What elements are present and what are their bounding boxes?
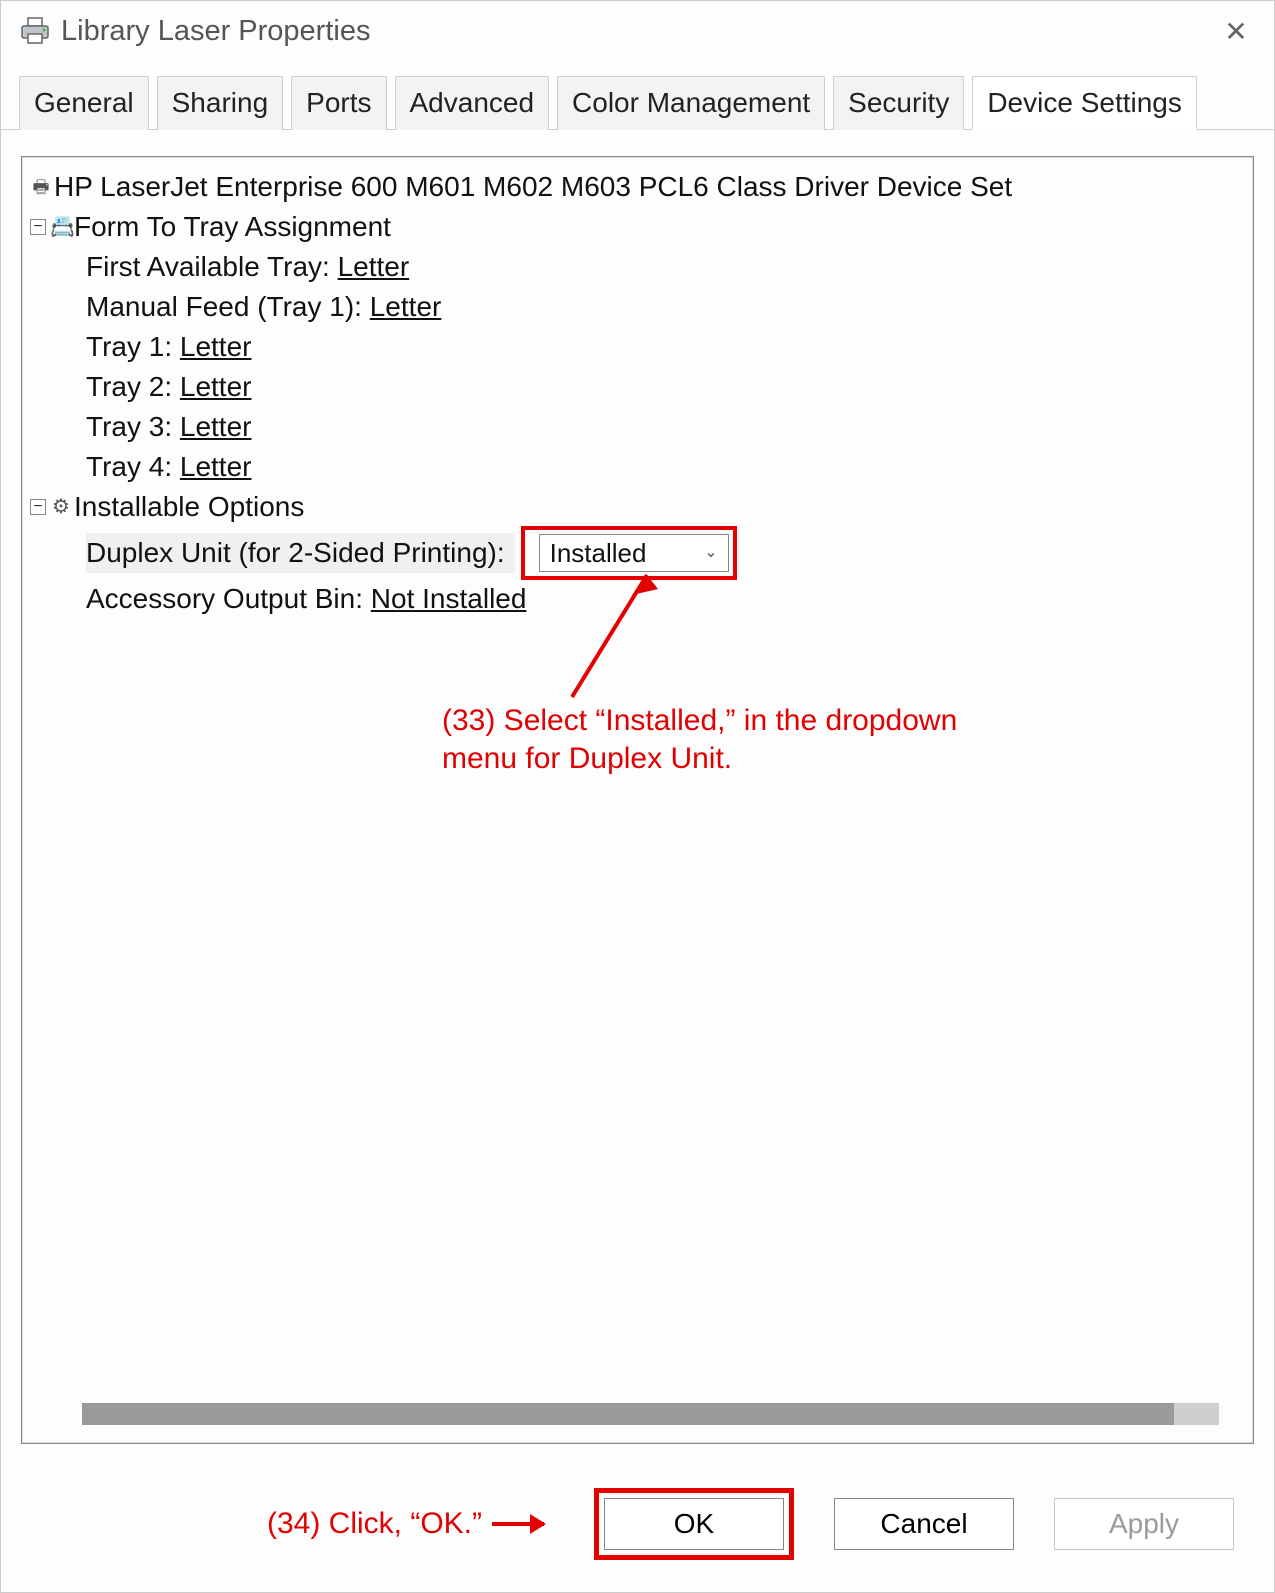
callout-highlight-ok: OK bbox=[594, 1488, 794, 1560]
tab-color-management[interactable]: Color Management bbox=[557, 76, 825, 130]
duplex-unit-dropdown[interactable]: Installed ⌄ bbox=[539, 534, 729, 572]
tree-group-label: Installable Options bbox=[74, 487, 304, 527]
scrollbar-thumb[interactable] bbox=[82, 1403, 1174, 1425]
setting-label: First Available Tray: bbox=[86, 247, 330, 287]
setting-label: Tray 2: bbox=[86, 367, 172, 407]
callout-highlight-dropdown: Installed ⌄ bbox=[521, 526, 737, 580]
tree-root-label: HP LaserJet Enterprise 600 M601 M602 M60… bbox=[54, 167, 1012, 207]
tree-group-installable-options[interactable]: − ⚙ Installable Options bbox=[30, 487, 1245, 527]
tab-ports[interactable]: Ports bbox=[291, 76, 386, 130]
tab-sharing[interactable]: Sharing bbox=[157, 76, 284, 130]
tree-item-tray3[interactable]: Tray 3: Letter bbox=[30, 407, 1245, 447]
apply-button: Apply bbox=[1054, 1498, 1234, 1550]
setting-label: Tray 1: bbox=[86, 327, 172, 367]
tree-item-manual-feed[interactable]: Manual Feed (Tray 1): Letter bbox=[30, 287, 1245, 327]
tree-item-first-tray[interactable]: First Available Tray: Letter bbox=[30, 247, 1245, 287]
tree-root-node[interactable]: 🖶 HP LaserJet Enterprise 600 M601 M602 M… bbox=[30, 167, 1245, 207]
device-settings-tree: 🖶 HP LaserJet Enterprise 600 M601 M602 M… bbox=[21, 156, 1254, 1444]
tree-item-tray1[interactable]: Tray 1: Letter bbox=[30, 327, 1245, 367]
horizontal-scrollbar[interactable] bbox=[82, 1403, 1219, 1425]
properties-window: Library Laser Properties ✕ General Shari… bbox=[0, 0, 1275, 1593]
close-icon[interactable]: ✕ bbox=[1216, 15, 1256, 48]
titlebar: Library Laser Properties ✕ bbox=[1, 1, 1274, 61]
setting-label: Duplex Unit (for 2-Sided Printing): bbox=[86, 537, 505, 568]
setting-label: Tray 3: bbox=[86, 407, 172, 447]
setting-value[interactable]: Letter bbox=[180, 447, 252, 487]
callout-text-34: (34) Click, “OK.” bbox=[267, 1507, 544, 1541]
printer-icon bbox=[19, 17, 51, 45]
setting-value[interactable]: Letter bbox=[180, 407, 252, 447]
collapse-icon[interactable]: − bbox=[30, 219, 46, 235]
setting-value[interactable]: Not Installed bbox=[371, 579, 527, 619]
dialog-footer: (34) Click, “OK.” OK Cancel Apply bbox=[1, 1464, 1274, 1592]
setting-label: Accessory Output Bin: bbox=[86, 579, 363, 619]
tab-bar: General Sharing Ports Advanced Color Man… bbox=[1, 61, 1274, 130]
tray-group-icon: 📇 bbox=[50, 207, 72, 247]
dropdown-value: Installed bbox=[550, 533, 647, 573]
tree-item-tray4[interactable]: Tray 4: Letter bbox=[30, 447, 1245, 487]
tab-general[interactable]: General bbox=[19, 76, 149, 130]
collapse-icon[interactable]: − bbox=[30, 499, 46, 515]
cancel-button[interactable]: Cancel bbox=[834, 1498, 1014, 1550]
printer-small-icon: 🖶 bbox=[30, 167, 52, 207]
options-group-icon: ⚙ bbox=[50, 487, 72, 527]
window-title: Library Laser Properties bbox=[61, 15, 1216, 48]
chevron-down-icon: ⌄ bbox=[704, 533, 717, 573]
tree-group-form-to-tray[interactable]: − 📇 Form To Tray Assignment bbox=[30, 207, 1245, 247]
content-pane: 🖶 HP LaserJet Enterprise 600 M601 M602 M… bbox=[1, 130, 1274, 1464]
callout-34-label: (34) Click, “OK.” bbox=[267, 1507, 482, 1541]
tree-item-duplex-unit[interactable]: Duplex Unit (for 2-Sided Printing): Inst… bbox=[30, 527, 1245, 579]
setting-label: Tray 4: bbox=[86, 447, 172, 487]
tree-item-accessory-bin[interactable]: Accessory Output Bin: Not Installed bbox=[30, 579, 1245, 619]
tree-item-tray2[interactable]: Tray 2: Letter bbox=[30, 367, 1245, 407]
callout-text-33: (33) Select “Installed,” in the dropdown… bbox=[442, 702, 962, 777]
setting-value[interactable]: Letter bbox=[338, 247, 410, 287]
setting-value[interactable]: Letter bbox=[180, 367, 252, 407]
tab-advanced[interactable]: Advanced bbox=[395, 76, 550, 130]
ok-button[interactable]: OK bbox=[604, 1498, 784, 1550]
arrow-right-icon bbox=[492, 1522, 544, 1526]
setting-label: Manual Feed (Tray 1): bbox=[86, 287, 362, 327]
tree-group-label: Form To Tray Assignment bbox=[74, 207, 391, 247]
setting-value[interactable]: Letter bbox=[370, 287, 442, 327]
setting-value[interactable]: Letter bbox=[180, 327, 252, 367]
tab-device-settings[interactable]: Device Settings bbox=[972, 76, 1197, 130]
tab-security[interactable]: Security bbox=[833, 76, 964, 130]
